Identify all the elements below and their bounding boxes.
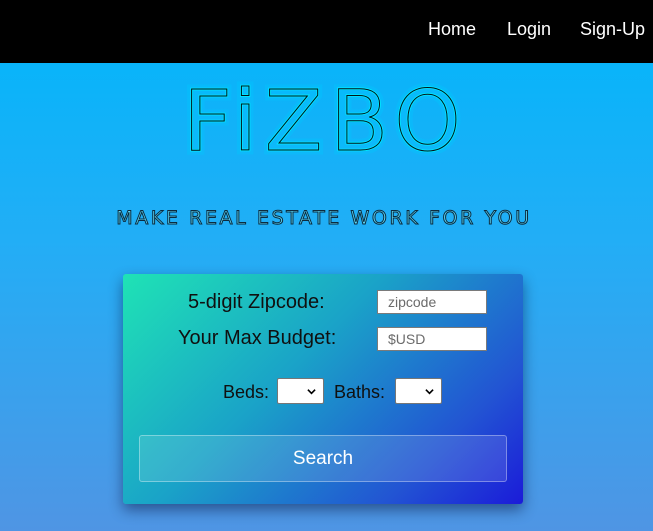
tagline: MAKE REAL ESTATE WORK FOR YOU <box>116 207 532 230</box>
beds-select[interactable] <box>277 378 324 404</box>
logo-inner-text: FiZBO <box>183 72 468 170</box>
fizbo-logo: FiZBO FiZBO FiZBO <box>179 68 468 175</box>
tagline-text: MAKE REAL ESTATE WORK FOR YOU <box>116 207 532 229</box>
baths-select[interactable] <box>395 378 442 404</box>
zipcode-label: 5-digit Zipcode: <box>188 291 325 313</box>
budget-input[interactable] <box>377 327 487 351</box>
chevron-down-icon <box>307 389 316 395</box>
search-button[interactable]: Search <box>139 435 507 482</box>
budget-label: Your Max Budget: <box>178 327 337 349</box>
nav-signup-link[interactable]: Sign-Up <box>580 18 645 40</box>
chevron-down-icon <box>425 389 434 395</box>
beds-label: Beds: <box>223 382 270 402</box>
nav-home-link[interactable]: Home <box>428 18 476 40</box>
zipcode-input[interactable] <box>377 290 487 314</box>
baths-label: Baths: <box>334 382 386 402</box>
top-navbar: Home Login Sign-Up <box>0 0 653 63</box>
search-card: 5-digit Zipcode: Your Max Budget: Beds: … <box>123 274 523 504</box>
nav-login-link[interactable]: Login <box>507 18 551 40</box>
